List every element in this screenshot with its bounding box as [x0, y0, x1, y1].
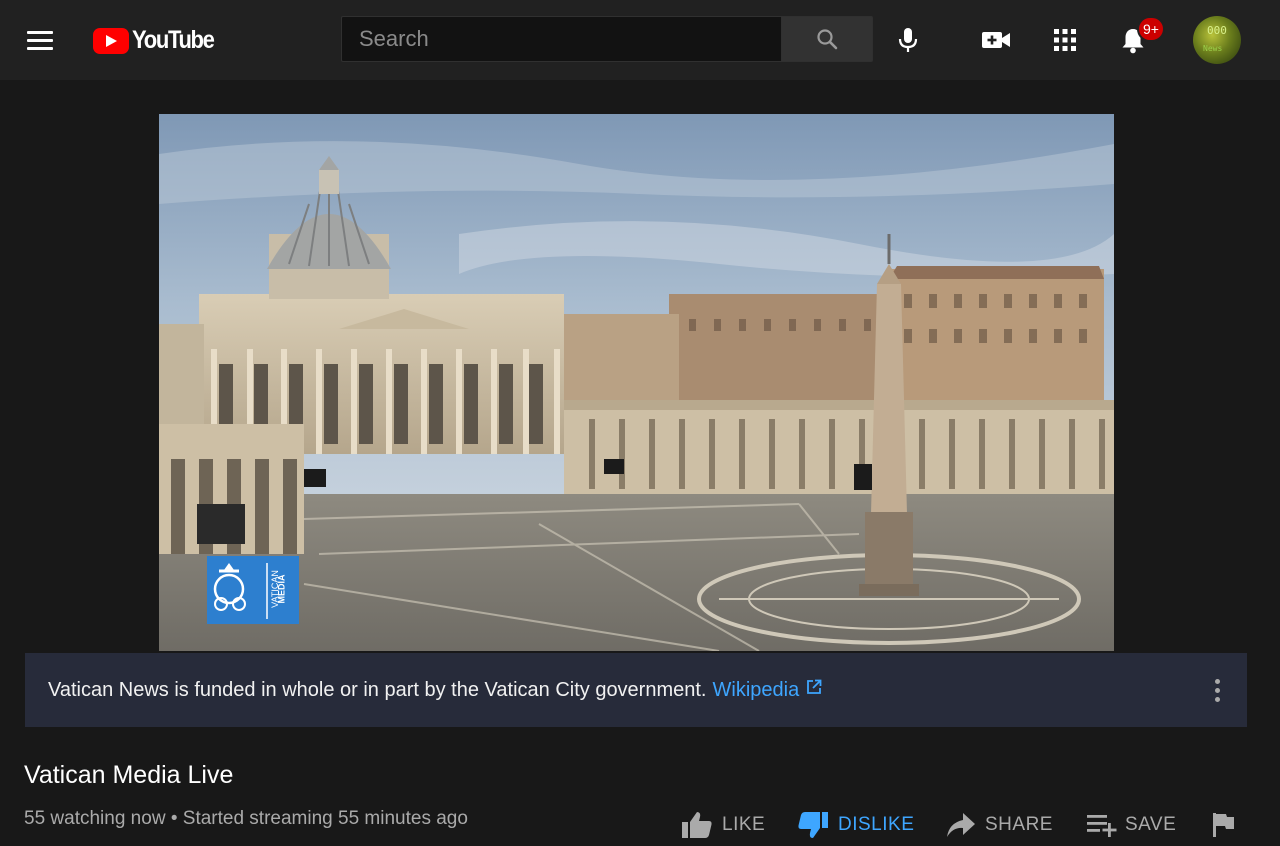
playlist-add-icon: [1087, 815, 1117, 837]
report-button[interactable]: [1206, 805, 1246, 845]
share-arrow-icon: [947, 813, 975, 837]
video-camera-plus-icon: [982, 32, 1010, 48]
watermark-text-line-2: MEDIA: [276, 574, 287, 604]
dislike-button[interactable]: DISLIKE: [792, 805, 941, 845]
apps-button[interactable]: [1045, 20, 1085, 60]
funding-info-text: Vatican News is funded in whole or in pa…: [48, 678, 707, 701]
video-meta: 55 watching now • Started streaming 55 m…: [24, 808, 468, 830]
apps-grid-icon: [1054, 29, 1076, 51]
youtube-play-icon: [93, 27, 129, 54]
search-box: [341, 16, 782, 62]
flag-icon: [1213, 813, 1234, 837]
more-vert-icon[interactable]: [1205, 675, 1229, 705]
video-title: Vatican Media Live: [24, 761, 234, 789]
avatar-subtext: News: [1203, 44, 1223, 53]
create-button[interactable]: [976, 20, 1016, 60]
thumbs-down-icon: [798, 812, 828, 838]
share-button[interactable]: SHARE: [941, 805, 1081, 845]
watching-count: 55 watching now: [24, 808, 166, 829]
youtube-logo[interactable]: YouTube: [93, 26, 225, 55]
search-input[interactable]: [342, 17, 782, 61]
search-icon: [817, 29, 838, 50]
video-actions: LIKE DISLIKE SHARE SAVE: [676, 805, 1246, 845]
save-label: SAVE: [1125, 814, 1177, 835]
thumbs-up-icon: [682, 812, 712, 838]
notification-badge: 9+: [1137, 16, 1165, 42]
hamburger-menu-icon[interactable]: [22, 22, 58, 58]
wikipedia-link[interactable]: Wikipedia: [713, 679, 800, 702]
external-link-icon[interactable]: [805, 678, 823, 702]
share-label: SHARE: [985, 814, 1053, 835]
meta-separator: •: [165, 808, 183, 829]
logo-text: YouTube: [132, 26, 215, 54]
video-player[interactable]: VATICAN MEDIA: [159, 114, 1114, 651]
avatar-text: 000: [1207, 24, 1227, 37]
avatar[interactable]: 000 News: [1193, 16, 1241, 64]
stream-start-time: Started streaming 55 minutes ago: [182, 808, 468, 829]
search-button[interactable]: [781, 16, 873, 62]
like-button[interactable]: LIKE: [676, 805, 792, 845]
save-button[interactable]: SAVE: [1081, 805, 1206, 845]
voice-search-button[interactable]: [888, 20, 928, 60]
dislike-label: DISLIKE: [838, 814, 915, 835]
like-label: LIKE: [722, 814, 766, 835]
microphone-icon: [898, 28, 918, 52]
top-bar: YouTube Search 9+ 000 News: [0, 0, 1280, 80]
funding-info-panel: Vatican News is funded in whole or in pa…: [25, 653, 1247, 727]
video-frame: [159, 114, 1114, 651]
watermark-label: VATICAN MEDIA: [270, 560, 300, 622]
